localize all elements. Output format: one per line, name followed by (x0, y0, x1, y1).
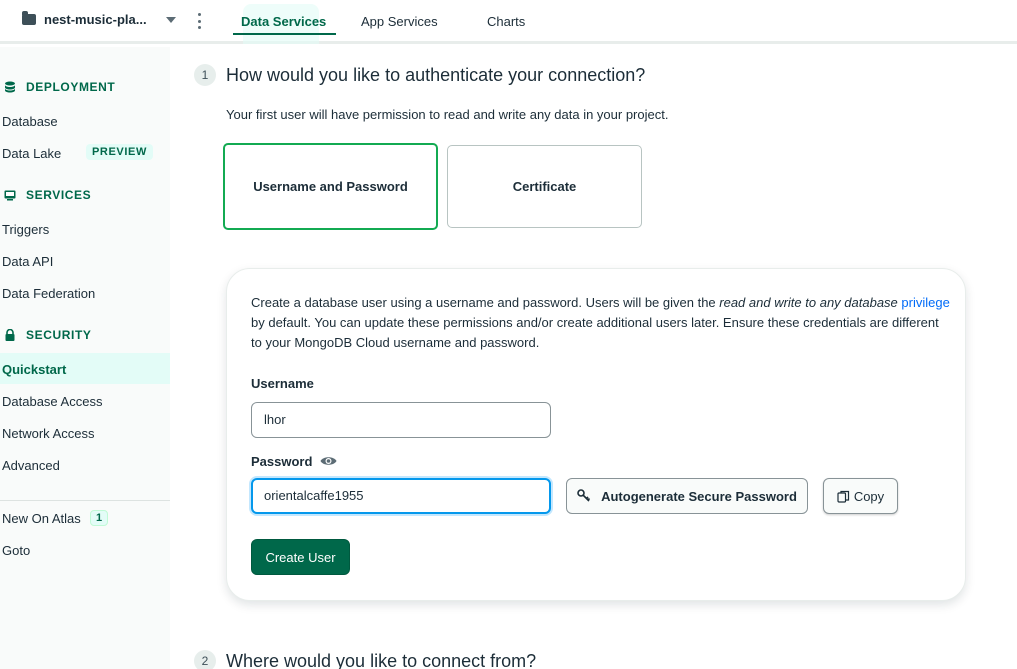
chevron-down-icon (166, 16, 176, 23)
active-tab-indicator (233, 33, 336, 35)
button-label: Copy (853, 488, 885, 504)
preview-badge: PREVIEW (86, 144, 153, 160)
sidebar-item-goto[interactable]: Goto (2, 543, 30, 558)
tab-data-services[interactable]: Data Services (241, 14, 326, 29)
project-selector[interactable]: nest-music-pla... (22, 11, 176, 27)
step-title: How would you like to authenticate your … (226, 65, 646, 85)
more-options-icon[interactable] (197, 13, 201, 29)
copy-icon (837, 490, 849, 503)
database-icon (5, 81, 15, 93)
sidebar-heading-services: SERVICES (4, 188, 91, 202)
step-number: 1 (194, 64, 216, 86)
sidebar-item-advanced[interactable]: Advanced (2, 458, 60, 473)
lock-icon (5, 329, 15, 341)
top-navigation-bar: nest-music-pla... Data Services App Serv… (0, 0, 1017, 44)
copy-button[interactable]: Copy (823, 478, 898, 514)
sidebar-item-database[interactable]: Database (2, 114, 58, 129)
sidebar-heading-security: SECURITY (4, 328, 91, 342)
option-label: Username and Password (253, 179, 408, 194)
sidebar-item-quickstart[interactable]: Quickstart (2, 362, 66, 377)
tab-app-services[interactable]: App Services (361, 14, 438, 29)
button-label: Create User (265, 549, 336, 565)
password-label: Password (251, 454, 313, 469)
heading-label: DEPLOYMENT (26, 80, 116, 94)
sidebar-item-network-access[interactable]: Network Access (2, 426, 94, 441)
heading-label: SERVICES (26, 188, 92, 202)
sidebar-item-new-on-atlas[interactable]: New On Atlas (2, 511, 81, 526)
username-label: Username (251, 376, 314, 391)
sidebar-item-data-lake[interactable]: Data Lake (2, 146, 61, 161)
folder-icon (22, 11, 36, 25)
step-number: 2 (194, 650, 216, 669)
create-user-button[interactable]: Create User (251, 539, 350, 575)
option-label: Certificate (512, 179, 577, 194)
sidebar-item-triggers[interactable]: Triggers (2, 222, 49, 237)
step-title: Where would you like to connect from? (226, 651, 537, 669)
privilege-link[interactable]: privilege (901, 295, 949, 310)
services-icon (4, 190, 16, 201)
autogenerate-password-button[interactable]: Autogenerate Secure Password (566, 478, 808, 514)
project-name: nest-music-pla... (44, 12, 147, 27)
eye-icon[interactable] (320, 455, 337, 467)
desc-emphasis: read and write to any database (719, 295, 898, 310)
auth-option-username-password[interactable]: Username and Password (223, 143, 438, 230)
tab-charts[interactable]: Charts (487, 14, 525, 29)
auth-option-certificate[interactable]: Certificate (447, 145, 642, 228)
sidebar-item-database-access[interactable]: Database Access (2, 394, 102, 409)
count-badge: 1 (90, 510, 109, 526)
password-field[interactable]: orientalcaffe1955 (251, 478, 551, 514)
desc-text: by default. You can update these permiss… (251, 315, 939, 350)
key-icon (577, 489, 591, 502)
sidebar-divider (0, 500, 170, 501)
heading-label: SECURITY (26, 328, 92, 342)
sidebar-heading-deployment: DEPLOYMENT (4, 80, 115, 94)
panel-description: Create a database user using a username … (251, 293, 951, 353)
sidebar-item-data-api[interactable]: Data API (2, 254, 53, 269)
desc-text: Create a database user using a username … (251, 295, 720, 310)
username-field[interactable]: lhor (251, 402, 551, 438)
sidebar-item-data-federation[interactable]: Data Federation (2, 286, 95, 301)
button-label: Autogenerate Secure Password (601, 488, 797, 504)
step-subtitle: Your first user will have permission to … (226, 107, 669, 122)
sidebar: DEPLOYMENT Database Data Lake PREVIEW SE… (0, 47, 170, 669)
